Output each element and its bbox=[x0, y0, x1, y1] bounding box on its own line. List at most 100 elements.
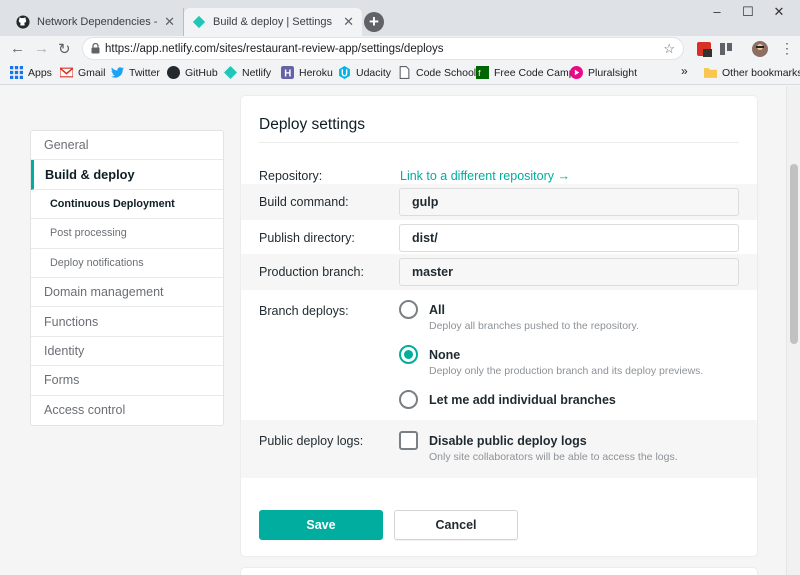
production-branch-row: Production branch: master bbox=[241, 254, 757, 290]
netlify-icon bbox=[192, 15, 206, 29]
bookmark-label: GitHub bbox=[185, 66, 218, 79]
disable-public-logs-help: Only site collaborators will be able to … bbox=[429, 451, 678, 463]
close-tab-icon[interactable]: ✕ bbox=[343, 14, 354, 30]
bookmark-star-icon[interactable]: ☆ bbox=[663, 41, 675, 57]
close-tab-icon[interactable]: ✕ bbox=[164, 14, 175, 30]
extension-icon[interactable] bbox=[718, 41, 734, 57]
gmail-icon bbox=[60, 67, 73, 78]
extension-badge-icon[interactable] bbox=[696, 41, 712, 57]
bookmark-label: Apps bbox=[28, 66, 52, 79]
branch-option-none-label[interactable]: None bbox=[429, 348, 460, 362]
bookmark-heroku[interactable]: H Heroku bbox=[281, 66, 333, 79]
build-command-label: Build command: bbox=[259, 195, 349, 209]
svg-text:H: H bbox=[284, 68, 291, 79]
sidebar-item-access-control[interactable]: Access control bbox=[31, 396, 223, 425]
sidebar-item-continuous-deployment[interactable]: Continuous Deployment bbox=[31, 190, 223, 220]
reload-icon[interactable]: ↻ bbox=[58, 40, 71, 58]
bookmark-other-bookmarks[interactable]: Other bookmarks bbox=[704, 66, 800, 79]
branch-option-none-help: Deploy only the production branch and it… bbox=[429, 365, 704, 377]
sidebar-item-general[interactable]: General bbox=[31, 131, 223, 161]
bookmark-gmail[interactable]: Gmail bbox=[60, 66, 105, 79]
divider bbox=[259, 142, 739, 143]
lock-icon bbox=[91, 43, 100, 54]
bookmark-apps[interactable]: Apps bbox=[10, 66, 52, 79]
bookmark-label: Gmail bbox=[78, 66, 106, 79]
repository-label: Repository: bbox=[259, 169, 323, 183]
disable-public-logs-label[interactable]: Disable public deploy logs bbox=[429, 434, 587, 448]
sidebar-item-domain-management[interactable]: Domain management bbox=[31, 278, 223, 308]
sidebar-item-identity[interactable]: Identity bbox=[31, 337, 223, 367]
page-scrollbar[interactable] bbox=[786, 86, 800, 575]
close-window-button[interactable]: ✕ bbox=[764, 4, 794, 20]
back-arrow-icon[interactable]: ← bbox=[10, 40, 25, 57]
section-title: Deploy settings bbox=[259, 116, 365, 133]
tab-title: Network Dependencies - james-p bbox=[37, 16, 158, 28]
settings-sidebar: General Build & deploy Continuous Deploy… bbox=[30, 130, 224, 426]
bookmark-udacity[interactable]: Udacity bbox=[338, 66, 391, 79]
public-deploy-logs-label: Public deploy logs: bbox=[259, 434, 364, 448]
save-button[interactable]: Save bbox=[259, 510, 383, 540]
bookmark-label: Netlify bbox=[242, 66, 272, 79]
sidebar-item-functions[interactable]: Functions bbox=[31, 307, 223, 337]
sidebar-item-deploy-notifications[interactable]: Deploy notifications bbox=[31, 249, 223, 278]
folder-icon bbox=[704, 68, 717, 78]
bookmark-github[interactable]: GitHub bbox=[167, 66, 218, 79]
bookmark-code-school[interactable]: Code School bbox=[398, 66, 476, 79]
branch-deploys-individual-radio[interactable] bbox=[399, 390, 418, 409]
bookmark-label: Pluralsight bbox=[588, 66, 638, 79]
browser-tab-strip: Network Dependencies - james-p ✕ Build &… bbox=[0, 0, 800, 36]
publish-directory-row: Publish directory: dist/ bbox=[241, 220, 757, 256]
publish-directory-field[interactable]: dist/ bbox=[399, 224, 739, 252]
branch-option-all-help: Deploy all branches pushed to the reposi… bbox=[429, 320, 639, 332]
cancel-button[interactable]: Cancel bbox=[394, 510, 518, 540]
browser-tab-github[interactable]: Network Dependencies - james-p ✕ bbox=[8, 8, 184, 36]
browser-tab-netlify[interactable]: Build & deploy | Settings ✕ bbox=[184, 8, 362, 36]
udacity-icon bbox=[339, 66, 350, 79]
maximize-button[interactable]: ☐ bbox=[733, 4, 763, 20]
github-icon bbox=[167, 66, 180, 79]
page-content: General Build & deploy Continuous Deploy… bbox=[0, 86, 786, 575]
address-bar[interactable]: https://app.netlify.com/sites/restaurant… bbox=[82, 37, 684, 60]
heroku-icon: H bbox=[281, 66, 294, 79]
link-repository-link[interactable]: Link to a different repository → bbox=[400, 169, 570, 183]
profile-avatar-icon[interactable] bbox=[752, 41, 768, 57]
bookmark-pluralsight[interactable]: Pluralsight bbox=[570, 66, 637, 79]
bookmark-label: Other bookmarks bbox=[722, 66, 800, 79]
disable-public-logs-checkbox[interactable] bbox=[399, 431, 418, 450]
bookmark-twitter[interactable]: Twitter bbox=[111, 66, 160, 79]
branch-deploys-all-radio[interactable] bbox=[399, 300, 418, 319]
branch-option-all-label[interactable]: All bbox=[429, 303, 445, 317]
build-command-field[interactable]: gulp bbox=[399, 188, 739, 216]
freecodecamp-icon: f bbox=[476, 66, 489, 79]
sidebar-item-forms[interactable]: Forms bbox=[31, 366, 223, 396]
build-command-row: Build command: gulp bbox=[241, 184, 757, 220]
github-icon bbox=[16, 15, 30, 29]
pluralsight-icon bbox=[570, 66, 583, 79]
production-branch-field[interactable]: master bbox=[399, 258, 739, 286]
scrollbar-thumb[interactable] bbox=[790, 164, 798, 344]
production-branch-label: Production branch: bbox=[259, 265, 364, 279]
publish-directory-label: Publish directory: bbox=[259, 231, 355, 245]
branch-option-individual-label[interactable]: Let me add individual branches bbox=[429, 393, 616, 407]
bookmark-free-code-camp[interactable]: f Free Code Camp bbox=[476, 66, 575, 79]
browser-toolbar: ← → ↻ https://app.netlify.com/sites/rest… bbox=[0, 36, 800, 61]
bookmark-netlify[interactable]: Netlify bbox=[224, 66, 271, 79]
minimize-button[interactable]: – bbox=[702, 4, 732, 19]
bookmarks-bar: Apps Gmail Twitter GitHub Netlify H Hero… bbox=[0, 61, 800, 85]
branch-deploys-none-radio[interactable] bbox=[399, 345, 418, 364]
sidebar-item-build-deploy[interactable]: Build & deploy bbox=[31, 160, 223, 190]
branch-deploys-label: Branch deploys: bbox=[259, 304, 349, 318]
new-tab-button[interactable]: + bbox=[364, 12, 384, 32]
bookmark-label: Heroku bbox=[299, 66, 333, 79]
bookmark-label: Udacity bbox=[356, 66, 392, 79]
sidebar-item-post-processing[interactable]: Post processing bbox=[31, 219, 223, 249]
deploy-settings-card: Deploy settings Repository: Link to a di… bbox=[241, 96, 757, 556]
page-icon bbox=[399, 66, 410, 79]
bookmarks-overflow-button[interactable]: » bbox=[681, 64, 688, 78]
branch-deploys-row: Branch deploys: All Deploy all branches … bbox=[241, 292, 757, 420]
tab-title: Build & deploy | Settings bbox=[213, 16, 333, 28]
forward-arrow-icon[interactable]: → bbox=[34, 40, 49, 57]
twitter-icon bbox=[111, 67, 124, 78]
url-text: https://app.netlify.com/sites/restaurant… bbox=[105, 42, 444, 55]
browser-menu-icon[interactable]: ⋮ bbox=[780, 40, 794, 57]
